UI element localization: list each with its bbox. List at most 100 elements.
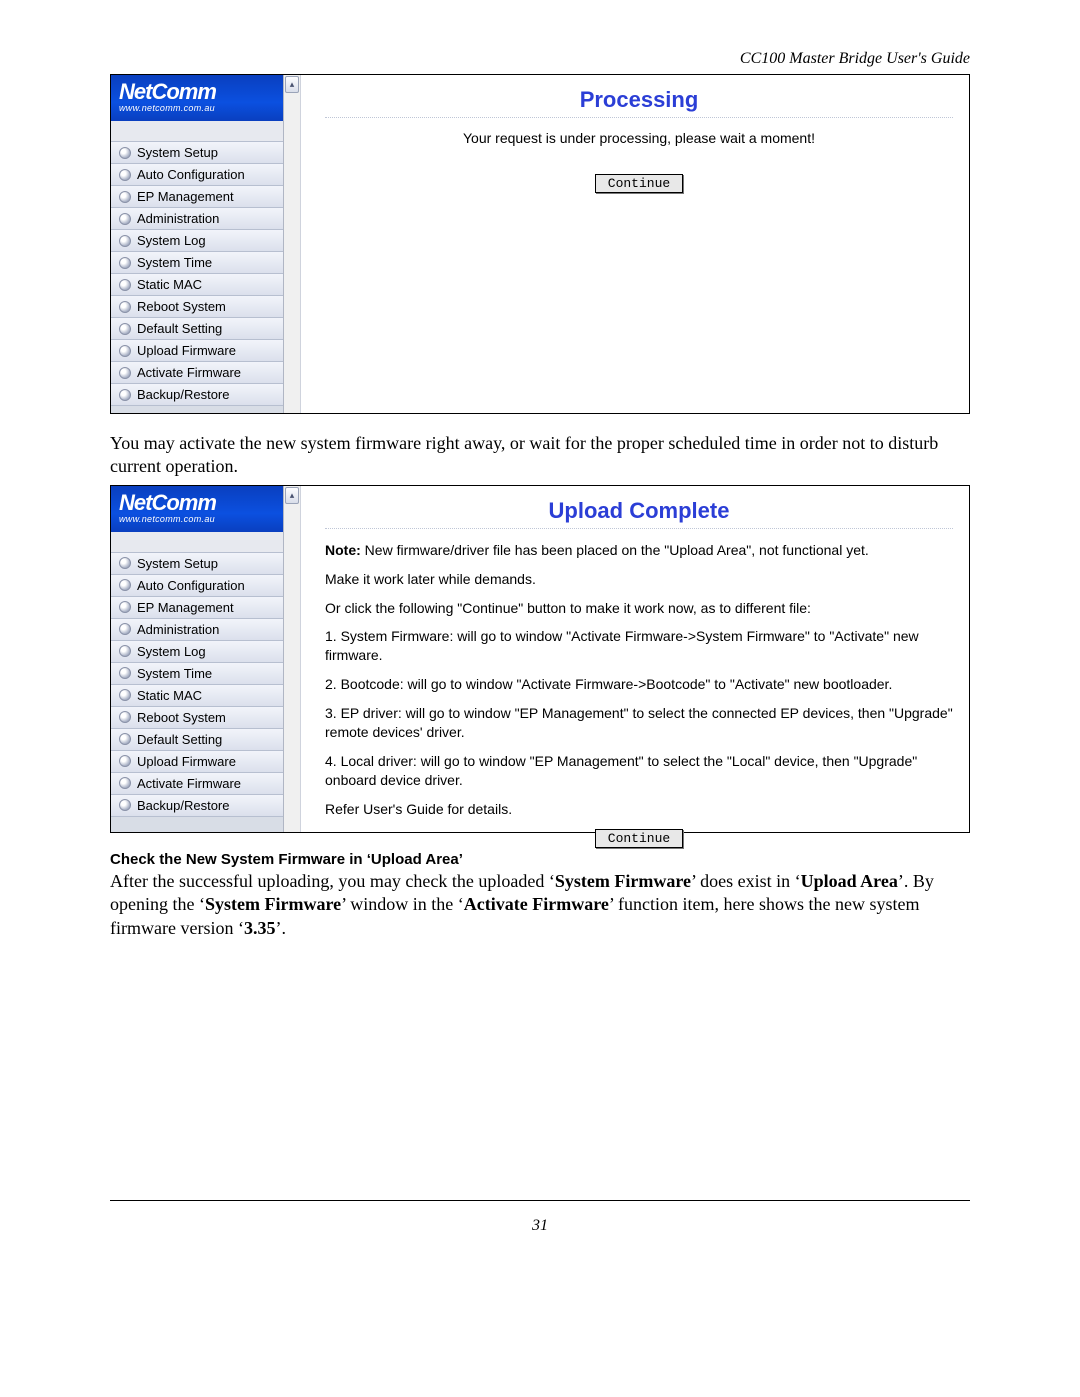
sidebar-item-upload-firmware[interactable]: Upload Firmware: [111, 751, 283, 773]
upload-note: Note: New firmware/driver file has been …: [325, 541, 953, 560]
bullet-icon: [119, 579, 131, 591]
divider: [325, 117, 953, 118]
processing-message: Your request is under processing, please…: [325, 130, 953, 146]
sidebar: NetComm www.netcomm.com.au System Setup …: [111, 486, 284, 832]
doc-paragraph: After the successful uploading, you may …: [110, 870, 970, 940]
upload-text: Refer User's Guide for details.: [325, 800, 953, 819]
upload-text: 3. EP driver: will go to window "EP Mana…: [325, 704, 953, 742]
sidebar-item-system-setup[interactable]: System Setup: [111, 553, 283, 575]
content-panel: Upload Complete Note: New firmware/drive…: [301, 486, 969, 832]
logo-text: NetComm: [119, 81, 275, 103]
text: After the successful uploading, you may …: [110, 871, 555, 891]
continue-button[interactable]: Continue: [595, 829, 683, 848]
bold-text: System Firmware: [205, 894, 341, 914]
sidebar-item-static-mac[interactable]: Static MAC: [111, 685, 283, 707]
sidebar-item-upload-firmware[interactable]: Upload Firmware: [111, 340, 283, 362]
sidebar-spacer: [111, 532, 283, 553]
bullet-icon: [119, 733, 131, 745]
sidebar-item-static-mac[interactable]: Static MAC: [111, 274, 283, 296]
bold-text: 3.35: [244, 918, 276, 938]
bold-text: Activate Firmware: [464, 894, 609, 914]
sidebar-item-system-time[interactable]: System Time: [111, 252, 283, 274]
bullet-icon: [119, 279, 131, 291]
scroll-up-icon[interactable]: ▴: [285, 487, 299, 504]
sidebar-item-label: System Time: [137, 255, 212, 270]
sidebar-item-system-log[interactable]: System Log: [111, 230, 283, 252]
sidebar-item-label: Static MAC: [137, 277, 202, 292]
sidebar-item-label: Administration: [137, 622, 219, 637]
bullet-icon: [119, 345, 131, 357]
bullet-icon: [119, 147, 131, 159]
upload-text: 4. Local driver: will go to window "EP M…: [325, 752, 953, 790]
logo-text: NetComm: [119, 492, 275, 514]
bullet-icon: [119, 667, 131, 679]
upload-text: Or click the following "Continue" button…: [325, 599, 953, 618]
sidebar-item-system-setup[interactable]: System Setup: [111, 142, 283, 164]
sidebar-item-administration[interactable]: Administration: [111, 619, 283, 641]
sidebar-item-auto-configuration[interactable]: Auto Configuration: [111, 575, 283, 597]
logo: NetComm www.netcomm.com.au: [111, 75, 283, 121]
bullet-icon: [119, 601, 131, 613]
continue-button[interactable]: Continue: [595, 174, 683, 193]
bullet-icon: [119, 623, 131, 635]
scroll-up-icon[interactable]: ▴: [285, 76, 299, 93]
bullet-icon: [119, 557, 131, 569]
sidebar-item-label: Upload Firmware: [137, 754, 236, 769]
sidebar-item-system-log[interactable]: System Log: [111, 641, 283, 663]
sidebar-item-label: Default Setting: [137, 732, 222, 747]
sidebar-item-ep-management[interactable]: EP Management: [111, 186, 283, 208]
bullet-icon: [119, 191, 131, 203]
bullet-icon: [119, 301, 131, 313]
page-number: 31: [110, 1217, 970, 1235]
sidebar-item-ep-management[interactable]: EP Management: [111, 597, 283, 619]
screenshot-upload-complete: NetComm www.netcomm.com.au System Setup …: [110, 485, 970, 833]
sidebar-item-reboot-system[interactable]: Reboot System: [111, 296, 283, 318]
sidebar-item-system-time[interactable]: System Time: [111, 663, 283, 685]
sidebar-item-label: Upload Firmware: [137, 343, 236, 358]
note-text: New firmware/driver file has been placed…: [361, 542, 869, 558]
sidebar-item-label: Activate Firmware: [137, 365, 241, 380]
panel-title: Processing: [325, 87, 953, 113]
scrollbar[interactable]: ▴: [284, 75, 301, 413]
sidebar-item-backup-restore[interactable]: Backup/Restore: [111, 384, 283, 406]
scroll-track[interactable]: [284, 505, 300, 832]
logo-url: www.netcomm.com.au: [119, 103, 275, 113]
text: ’ does exist in ‘: [691, 871, 801, 891]
sidebar-item-label: Default Setting: [137, 321, 222, 336]
upload-text: Make it work later while demands.: [325, 570, 953, 589]
doc-paragraph: You may activate the new system firmware…: [110, 432, 970, 479]
bold-text: Upload Area: [801, 871, 898, 891]
logo-url: www.netcomm.com.au: [119, 514, 275, 524]
sidebar-item-activate-firmware[interactable]: Activate Firmware: [111, 362, 283, 384]
content-panel: Processing Your request is under process…: [301, 75, 969, 413]
sidebar-item-label: Administration: [137, 211, 219, 226]
sidebar-item-label: System Log: [137, 233, 206, 248]
screenshot-processing: NetComm www.netcomm.com.au System Setup …: [110, 74, 970, 414]
divider: [325, 528, 953, 529]
footer-rule: [110, 1200, 970, 1201]
text: ’.: [275, 918, 286, 938]
sidebar-item-default-setting[interactable]: Default Setting: [111, 318, 283, 340]
bullet-icon: [119, 755, 131, 767]
sidebar-item-label: Backup/Restore: [137, 387, 230, 402]
sidebar-item-default-setting[interactable]: Default Setting: [111, 729, 283, 751]
bullet-icon: [119, 367, 131, 379]
sidebar-item-label: Activate Firmware: [137, 776, 241, 791]
sidebar-item-auto-configuration[interactable]: Auto Configuration: [111, 164, 283, 186]
bullet-icon: [119, 777, 131, 789]
upload-text: 1. System Firmware: will go to window "A…: [325, 627, 953, 665]
sidebar-spacer: [111, 121, 283, 142]
sidebar-item-label: EP Management: [137, 600, 234, 615]
sidebar-item-administration[interactable]: Administration: [111, 208, 283, 230]
sidebar-item-label: Static MAC: [137, 688, 202, 703]
scrollbar[interactable]: ▴: [284, 486, 301, 832]
sidebar-item-backup-restore[interactable]: Backup/Restore: [111, 795, 283, 817]
sidebar-item-label: Backup/Restore: [137, 798, 230, 813]
logo: NetComm www.netcomm.com.au: [111, 486, 283, 532]
sidebar-item-activate-firmware[interactable]: Activate Firmware: [111, 773, 283, 795]
sidebar-item-reboot-system[interactable]: Reboot System: [111, 707, 283, 729]
sidebar-item-label: System Setup: [137, 145, 218, 160]
bullet-icon: [119, 235, 131, 247]
scroll-track[interactable]: [284, 94, 300, 413]
sidebar-item-label: Auto Configuration: [137, 167, 245, 182]
